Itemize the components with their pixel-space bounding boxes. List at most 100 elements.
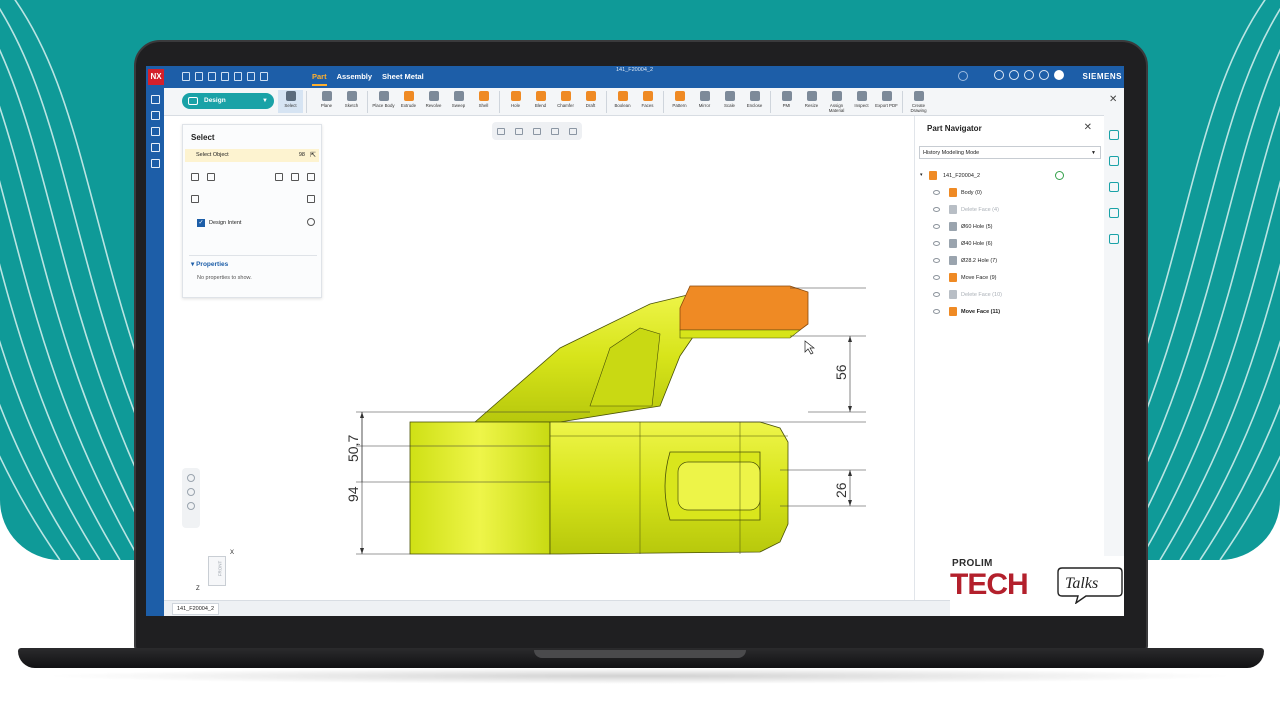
- scale-button[interactable]: Scale: [717, 90, 742, 113]
- select-button[interactable]: Select: [278, 90, 303, 113]
- history-icon[interactable]: [150, 159, 160, 168]
- visibility-eye-icon[interactable]: [933, 207, 940, 212]
- role-icon[interactable]: [994, 70, 1004, 80]
- extrude-button[interactable]: Extrude: [396, 90, 421, 113]
- reset-icon[interactable]: [307, 218, 315, 226]
- dimension-94: 94: [345, 486, 361, 502]
- tree-item[interactable]: Delete Face (4): [919, 202, 1101, 219]
- tree-root-node[interactable]: ▾ 141_F20004_2: [919, 168, 1101, 185]
- search-icon[interactable]: [958, 71, 968, 81]
- tree-item[interactable]: Ø28.2 Hole (7): [919, 253, 1101, 270]
- undo-icon[interactable]: [234, 72, 242, 81]
- visibility-eye-icon[interactable]: [933, 190, 940, 195]
- assembly-icon[interactable]: [1109, 156, 1119, 166]
- line-select-icon[interactable]: [275, 173, 283, 181]
- pan-icon[interactable]: [187, 502, 195, 510]
- enclose-button[interactable]: Enclose: [742, 90, 767, 113]
- draft-button[interactable]: Draft: [578, 90, 603, 113]
- tree-item[interactable]: Body (0): [919, 185, 1101, 202]
- export-pdf-button[interactable]: Export PDF: [874, 90, 899, 113]
- tab-sheet-metal[interactable]: Sheet Metal: [382, 72, 424, 86]
- show-hide-icon[interactable]: [569, 127, 577, 135]
- save-icon[interactable]: [208, 72, 216, 81]
- filter-icon[interactable]: [191, 195, 199, 203]
- tab-part[interactable]: Part: [312, 72, 327, 86]
- cube-view-icon[interactable]: [1109, 130, 1119, 140]
- fit-view-icon[interactable]: [497, 127, 505, 135]
- new-file-icon[interactable]: [182, 72, 190, 81]
- tab-assembly[interactable]: Assembly: [337, 72, 372, 86]
- visibility-eye-icon[interactable]: [933, 275, 940, 280]
- shell-button[interactable]: Shell: [471, 90, 496, 113]
- help-icon[interactable]: [1039, 70, 1049, 80]
- reuse-library-icon[interactable]: [150, 143, 160, 152]
- part-model-view[interactable]: 56 26 50,7 94: [260, 256, 880, 556]
- export-icon[interactable]: [221, 72, 229, 81]
- open-file-icon[interactable]: [195, 72, 203, 81]
- zoom-fit-icon[interactable]: [187, 474, 195, 482]
- nx-logo[interactable]: NX: [148, 69, 164, 85]
- render-style-icon[interactable]: [533, 127, 541, 135]
- user-avatar-icon[interactable]: [1054, 70, 1064, 80]
- select-panel-title: Select: [191, 133, 215, 142]
- dimension-50-7: 50,7: [345, 435, 361, 462]
- properties-header[interactable]: ▾ Properties: [191, 260, 228, 268]
- tree-item[interactable]: Ø40 Hole (6): [919, 236, 1101, 253]
- close-icon[interactable]: ✕: [1084, 122, 1092, 133]
- pmi-button[interactable]: PMI: [774, 90, 799, 113]
- assign-material-button[interactable]: Assign Material: [824, 90, 849, 113]
- design-intent-checkbox[interactable]: ✓: [197, 219, 205, 227]
- copy-icon[interactable]: [307, 195, 315, 203]
- visibility-eye-icon[interactable]: [933, 241, 940, 246]
- boolean-button[interactable]: Boolean: [610, 90, 635, 113]
- resize-button[interactable]: Resize: [799, 90, 824, 113]
- faces-button[interactable]: Faces: [635, 90, 660, 113]
- inspect-button[interactable]: Inspect: [849, 90, 874, 113]
- close-panel-icon[interactable]: ✕: [1109, 94, 1117, 105]
- blend-button[interactable]: Blend: [528, 90, 553, 113]
- tree-item[interactable]: Ø60 Hole (5): [919, 219, 1101, 236]
- redo-icon[interactable]: [247, 72, 255, 81]
- customize-icon[interactable]: [1024, 70, 1034, 80]
- components-icon[interactable]: [1109, 208, 1119, 218]
- visibility-eye-icon[interactable]: [933, 258, 940, 263]
- view-triad: FRONT X Z: [194, 548, 244, 598]
- part-navigator-icon[interactable]: [150, 111, 160, 120]
- plane-button[interactable]: Plane: [314, 90, 339, 113]
- tree-item[interactable]: Move Face (11): [919, 304, 1101, 321]
- settings-icon[interactable]: [1009, 70, 1019, 80]
- hole-button[interactable]: Hole: [503, 90, 528, 113]
- sketch-button[interactable]: Sketch: [339, 90, 364, 113]
- select-object-row[interactable]: Select Object 98 ⇱: [185, 149, 319, 162]
- create-drawing-button[interactable]: Create Drawing: [906, 90, 931, 113]
- home-icon[interactable]: [150, 95, 160, 104]
- section-view-icon[interactable]: [551, 127, 559, 135]
- modeling-mode-select[interactable]: History Modeling Mode ▼: [919, 146, 1101, 159]
- face-select-icon[interactable]: [291, 173, 299, 181]
- chevron-down-icon[interactable]: ▾: [920, 172, 923, 178]
- graphics-window[interactable]: Select Select Object 98 ⇱ ✓ Design Inten…: [164, 116, 914, 600]
- materials-icon[interactable]: [1109, 234, 1119, 244]
- sweep-button[interactable]: Sweep: [446, 90, 471, 113]
- mirror-button[interactable]: Mirror: [692, 90, 717, 113]
- select-add-icon[interactable]: [207, 173, 215, 181]
- visibility-eye-icon[interactable]: [933, 292, 940, 297]
- place-body-button[interactable]: Place Body: [371, 90, 396, 113]
- visibility-eye-icon[interactable]: [933, 309, 940, 314]
- body-select-icon[interactable]: [307, 173, 315, 181]
- delete-icon[interactable]: [260, 72, 268, 81]
- document-tab[interactable]: 141_F20004_2: [172, 603, 220, 615]
- zoom-icon[interactable]: [187, 488, 195, 496]
- chamfer-button[interactable]: Chamfer: [553, 90, 578, 113]
- assembly-navigator-icon[interactable]: [150, 127, 160, 136]
- pattern-button[interactable]: Pattern: [667, 90, 692, 113]
- view-cube-front[interactable]: FRONT: [208, 556, 226, 586]
- visibility-eye-icon[interactable]: [933, 224, 940, 229]
- tree-item[interactable]: Move Face (9): [919, 270, 1101, 287]
- select-arrow-icon[interactable]: [191, 173, 199, 181]
- revolve-button[interactable]: Revolve: [421, 90, 446, 113]
- stairs-icon[interactable]: [1109, 182, 1119, 192]
- design-app-dropdown[interactable]: Design ▼: [182, 93, 274, 109]
- tree-item[interactable]: Delete Face (10): [919, 287, 1101, 304]
- orient-view-icon[interactable]: [515, 127, 523, 135]
